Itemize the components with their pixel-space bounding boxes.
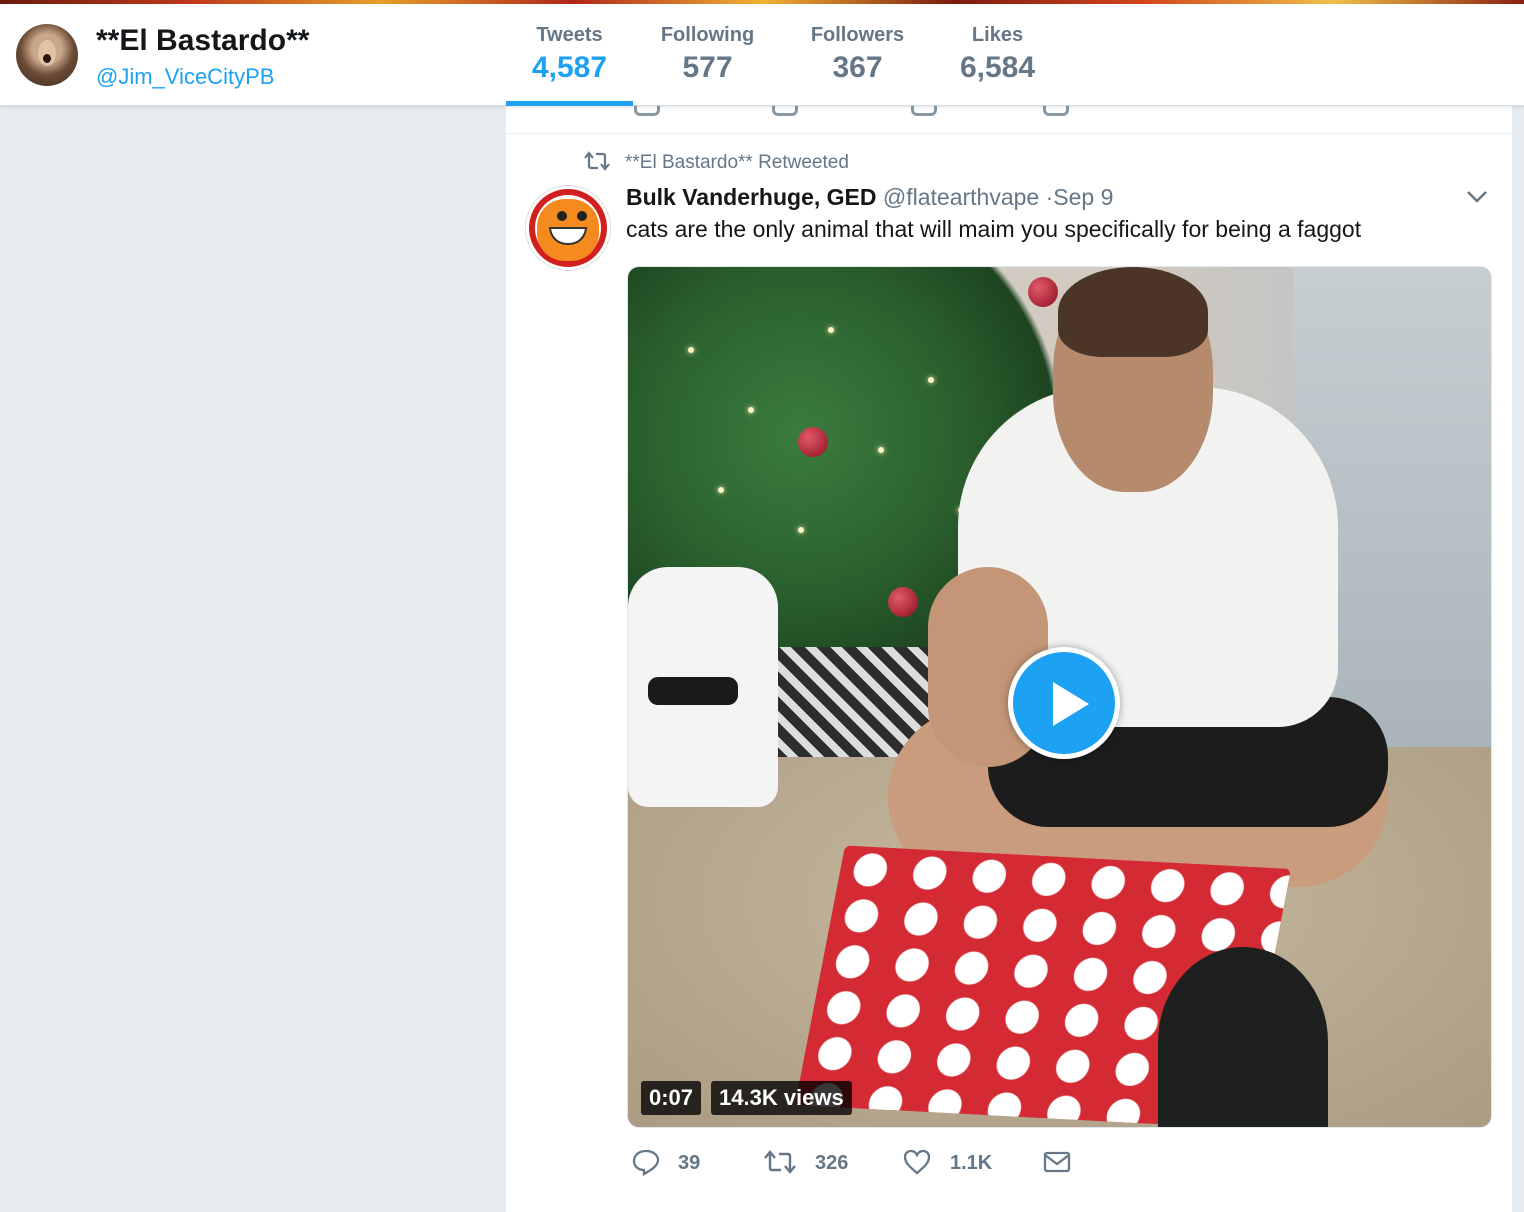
video-views: 14.3K views	[711, 1081, 852, 1115]
like-count: 1.1K	[950, 1152, 993, 1174]
stat-following-label: Following	[660, 24, 755, 46]
previous-tweet-actions	[506, 106, 1512, 134]
tweet-text: cats are the only animal that will maim …	[626, 216, 1362, 242]
tweet-actions: 39 326 1.1K	[627, 1144, 1127, 1184]
like-icon	[903, 1149, 931, 1175]
stat-tweets-value: 4,587	[531, 51, 608, 84]
video-player[interactable]: 0:07 14.3K views	[627, 266, 1492, 1128]
author-handle[interactable]: @flatearthvape	[883, 184, 1039, 210]
retweet-count: 326	[815, 1152, 849, 1174]
stat-likes-value: 6,584	[959, 51, 1036, 84]
retweet-icon	[764, 1150, 796, 1174]
active-tab-underline	[506, 101, 633, 106]
stat-tweets-label: Tweets	[536, 24, 603, 46]
tweet-header: Bulk Vanderhuge, GED @flatearthvape ·Sep…	[626, 184, 1113, 211]
play-button[interactable]	[1008, 647, 1120, 759]
stat-tweets[interactable]: Tweets 4,587	[506, 24, 633, 85]
reply-count: 39	[678, 1152, 701, 1174]
retweet-icon	[584, 151, 610, 171]
profile-name[interactable]: **El Bastardo**	[96, 24, 309, 58]
author-avatar[interactable]	[526, 186, 610, 270]
video-duration: 0:07	[641, 1081, 702, 1115]
profile-handle[interactable]: @Jim_ViceCityPB	[96, 64, 274, 90]
stat-followers-value: 367	[832, 51, 883, 84]
reply-icon	[632, 1149, 660, 1176]
stat-likes-label: Likes	[971, 24, 1024, 46]
tweet[interactable]: **El Bastardo** Retweeted Bulk Vanderhug…	[506, 134, 1512, 1200]
stat-following[interactable]: Following 577	[645, 24, 770, 85]
retweet-context-text[interactable]: **El Bastardo** Retweeted	[625, 152, 849, 174]
timeline: **El Bastardo** Retweeted Bulk Vanderhug…	[506, 106, 1512, 1212]
stat-likes[interactable]: Likes 6,584	[935, 24, 1060, 85]
author-name[interactable]: Bulk Vanderhuge, GED	[626, 184, 877, 210]
profile-avatar[interactable]	[16, 24, 78, 86]
profile-header-bar: **El Bastardo** @Jim_ViceCityPB Tweets 4…	[0, 4, 1524, 106]
stat-followers[interactable]: Followers 367	[795, 24, 920, 85]
play-icon	[1053, 682, 1089, 726]
tweet-date[interactable]: ·Sep 9	[1046, 184, 1114, 210]
direct-message-icon	[1043, 1151, 1071, 1173]
caret-down-icon[interactable]	[1464, 186, 1490, 206]
stat-followers-label: Followers	[810, 24, 905, 46]
stat-following-value: 577	[682, 51, 733, 84]
